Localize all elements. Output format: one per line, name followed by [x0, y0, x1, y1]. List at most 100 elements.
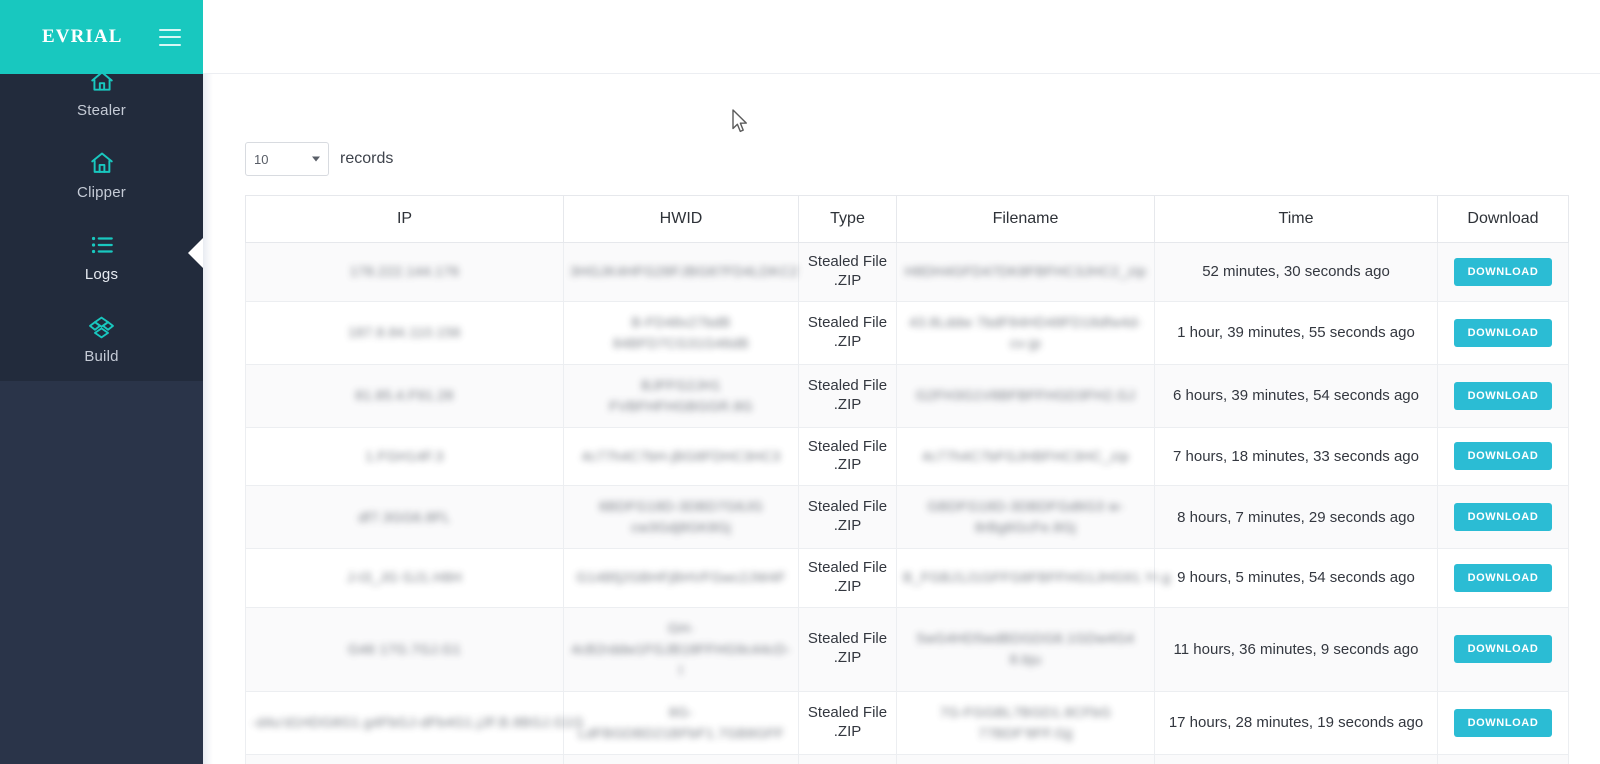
cell-ip: 178.222.144.176: [245, 242, 564, 302]
filename-value: 7G-FGGBL7BGD1.8CFbG 77BDF'8FF.Gjj: [939, 703, 1112, 741]
cell-hwid: 4-4HGBG3HG1-7GBFVFGH-G-4C.G: [563, 753, 799, 764]
time-value: 11 hours, 36 minutes, 9 seconds ago: [1173, 640, 1419, 658]
chevron-down-icon: [312, 156, 320, 162]
table-header-row: IP HWID Type Filename Time Download: [245, 195, 1569, 243]
type-value: Stealed File .ZIP: [807, 253, 888, 289]
ip-value: 178.222.144.176: [349, 263, 460, 280]
download-button[interactable]: DOWNLOAD: [1453, 708, 1553, 737]
sidebar-item-label: Build: [84, 348, 119, 365]
type-value: Stealed File .ZIP: [807, 498, 888, 534]
table-row: 1.FGH14F.3 4c77h4C7bH-jBG8FDHC3HC3 Stealed…: [245, 426, 1569, 486]
sidebar-item-label: Logs: [84, 266, 119, 283]
column-header-ip[interactable]: IP: [245, 195, 564, 243]
cell-hwid: BJFFG2JH1 FVBFHFHGBGGR.8G: [563, 363, 799, 428]
top-bar: [203, 0, 1600, 74]
active-item-caret: [188, 238, 203, 268]
cell-download: DOWNLOAD: [1437, 300, 1569, 365]
filename-value: B_FGBJ1J1GFFG8FBFFHG1JHG91.Yr.g: [903, 569, 1171, 586]
download-button[interactable]: DOWNLOAD: [1453, 442, 1553, 471]
hwid-value: 8G-LdFBGDBD21BFbF1.7GB8GFF: [577, 703, 785, 741]
cell-download: DOWNLOAD: [1437, 548, 1569, 608]
column-header-hwid[interactable]: HWID: [563, 195, 799, 243]
sidebar-item-stealer[interactable]: Stealer: [0, 66, 203, 119]
cell-type: Stealed File.ZIP: [798, 242, 897, 302]
table-body: 178.222.144.176 3HGJK4HFG28FJBG87FD4LDKC2…: [245, 242, 1569, 764]
column-header-time[interactable]: Time: [1154, 195, 1438, 243]
ip-value: 187.8.84.110.156: [348, 324, 461, 340]
cell-filename: H8DH4GFD47DK8FBFHC3JHC2_zip: [896, 242, 1155, 302]
download-button[interactable]: DOWNLOAD: [1453, 381, 1553, 410]
cell-hwid: G14Bfj2GBHFjBHVFGwc2JW4F: [563, 548, 799, 608]
table-row: df7.3GG6.8FL 6BDFG18D-3DBD7G6JG cw3Gdj8GK…: [245, 485, 1569, 549]
cell-download: DOWNLOAD: [1437, 690, 1569, 755]
hwid-value: 4c77h4C7bH-jBG8FDHC3HC3: [581, 447, 781, 464]
box-icon: [87, 312, 117, 342]
sidebar-item-label: Stealer: [77, 102, 126, 119]
cell-time: 7 hours, 18 minutes, 33 seconds ago: [1154, 426, 1438, 486]
logs-table: IP HWID Type Filename Time Download 178.…: [245, 195, 1569, 764]
records-toolbar: 10 records: [245, 142, 393, 176]
cell-filename: 4c77h4C7bFGJHBFHC3HC_zip: [896, 426, 1155, 486]
cell-type: Stealed File.ZIP: [798, 548, 897, 608]
table-row: J-t3_JG GJ1.H8H G14Bfj2GBHFjBHVFGwc2JW4F S…: [245, 548, 1569, 608]
cell-time: 17 hours, 28 minutes, 19 seconds ago: [1154, 690, 1438, 755]
cell-filename: G2FH3G1V8BFBFFHGD3FH2.GJ: [896, 363, 1155, 428]
cell-ip: 3GJ.7B .4GJ_v7.G: [245, 753, 564, 764]
ip-value: -d4u'd1HDG8G1.g4FbGJ-dFb4G1.jJF.B.8BGJ.G…: [252, 714, 584, 730]
cell-hwid: 3HGJK4HFG28FJBG87FD4LDKC2: [563, 242, 799, 302]
cell-hwid: GH-4cB2rddw1FGJB18FFHG9c44cD-l: [563, 606, 799, 692]
cell-ip: 187.8.84.110.156: [245, 300, 564, 365]
cell-time: 18 hours, 26 minutes, 59 seconds ago: [1154, 753, 1438, 764]
cell-hwid: 6BDFG18D-3DBD7G6JG cw3Gdj8GK8Gj: [563, 485, 799, 549]
type-value: Stealed File .ZIP: [807, 437, 888, 474]
hwid-value: G14Bfj2GBHFjBHVFGwc2JW4F: [576, 569, 786, 586]
cell-time: 52 minutes, 30 seconds ago: [1154, 242, 1438, 302]
cell-hwid: B-FD48x27bdB 84BFD7CG31G46dB: [563, 300, 799, 365]
type-value: Stealed File .ZIP: [807, 559, 888, 595]
table-row: -d4u'd1HDG8G1.g4FbGJ-dFb4G1.jJF.B.8BGJ.G…: [245, 690, 1569, 755]
logs-table-container: IP HWID Type Filename Time Download 178.…: [245, 195, 1569, 764]
table-row: 3GJ.7B .4GJ_v7.G4-4HGBG3HG1-7GBFVFGH-G-4…: [245, 753, 1569, 764]
records-select[interactable]: 10: [245, 142, 329, 176]
sidebar-item-logs[interactable]: Logs: [0, 230, 203, 283]
hamburger-icon[interactable]: [159, 28, 181, 46]
cell-ip: G46 17G.7GJ.G1: [245, 606, 564, 692]
cell-download: DOWNLOAD: [1437, 242, 1569, 302]
ip-value: J-t3_JG GJ1.H8H: [347, 569, 462, 586]
records-label: records: [340, 150, 394, 167]
filename-value: 43.8Lddw 7bdF84HD48FD18dfw4d-cv-jp: [909, 313, 1142, 351]
filename-value: H8DH4GFD47DK8FBFHC3JHC2_zip: [904, 263, 1147, 280]
cell-ip: df7.3GG6.8FL: [245, 485, 564, 549]
ip-value: 1.FGH14F.3: [365, 447, 444, 464]
cell-time: 1 hour, 39 minutes, 55 seconds ago: [1154, 300, 1438, 365]
table-head: IP HWID Type Filename Time Download: [245, 195, 1569, 243]
download-button[interactable]: DOWNLOAD: [1453, 318, 1553, 347]
cell-ip: 81.85.4.F91.28: [245, 363, 564, 428]
time-value: 9 hours, 5 minutes, 54 seconds ago: [1177, 569, 1415, 587]
type-value: Stealed File .ZIP: [807, 376, 888, 413]
hwid-value: 6BDFG18D-3DBD7G6JG cw3Gdj8GK8Gj: [598, 498, 764, 535]
column-header-type[interactable]: Type: [798, 195, 897, 243]
cell-ip: -d4u'd1HDG8G1.g4FbGJ-dFb4G1.jJF.B.8BGJ.G…: [245, 690, 584, 755]
download-button[interactable]: DOWNLOAD: [1453, 563, 1553, 592]
filename-value: GBDFG18D-3DBDFGd6G3 w-8rBg6GcFe.8Gj: [927, 498, 1124, 535]
sidebar-item-clipper[interactable]: Clipper: [0, 148, 203, 201]
download-button[interactable]: DOWNLOAD: [1453, 503, 1553, 531]
time-value: 7 hours, 18 minutes, 33 seconds ago: [1173, 447, 1419, 465]
cell-filename: 43.8Lddw 7bdF84HD48FD18dfw4d-cv-jp: [896, 300, 1155, 365]
sidebar-item-build[interactable]: Build: [0, 312, 203, 365]
sidebar-item-label: Clipper: [77, 184, 126, 201]
cell-type: Stealed File.ZIP: [798, 690, 897, 755]
cell-download: DOWNLOAD: [1437, 606, 1569, 692]
cell-time: 8 hours, 7 minutes, 29 seconds ago: [1154, 485, 1438, 549]
app-root: EVRIAL Stealer Clipper Logs Build 10 rec…: [0, 0, 1600, 764]
column-header-download[interactable]: Download: [1437, 195, 1569, 243]
house-icon: [87, 66, 117, 96]
column-header-filename[interactable]: Filename: [896, 195, 1155, 243]
download-button[interactable]: DOWNLOAD: [1453, 635, 1553, 663]
cell-ip: J-t3_JG GJ1.H8H: [245, 548, 564, 608]
table-row: 187.8.84.110.156 B-FD48x27bdB 84BFD7CG31G…: [245, 300, 1569, 365]
time-value: 17 hours, 28 minutes, 19 seconds ago: [1168, 714, 1424, 731]
download-button[interactable]: DOWNLOAD: [1453, 257, 1553, 286]
cell-download: DOWNLOAD: [1437, 485, 1569, 549]
